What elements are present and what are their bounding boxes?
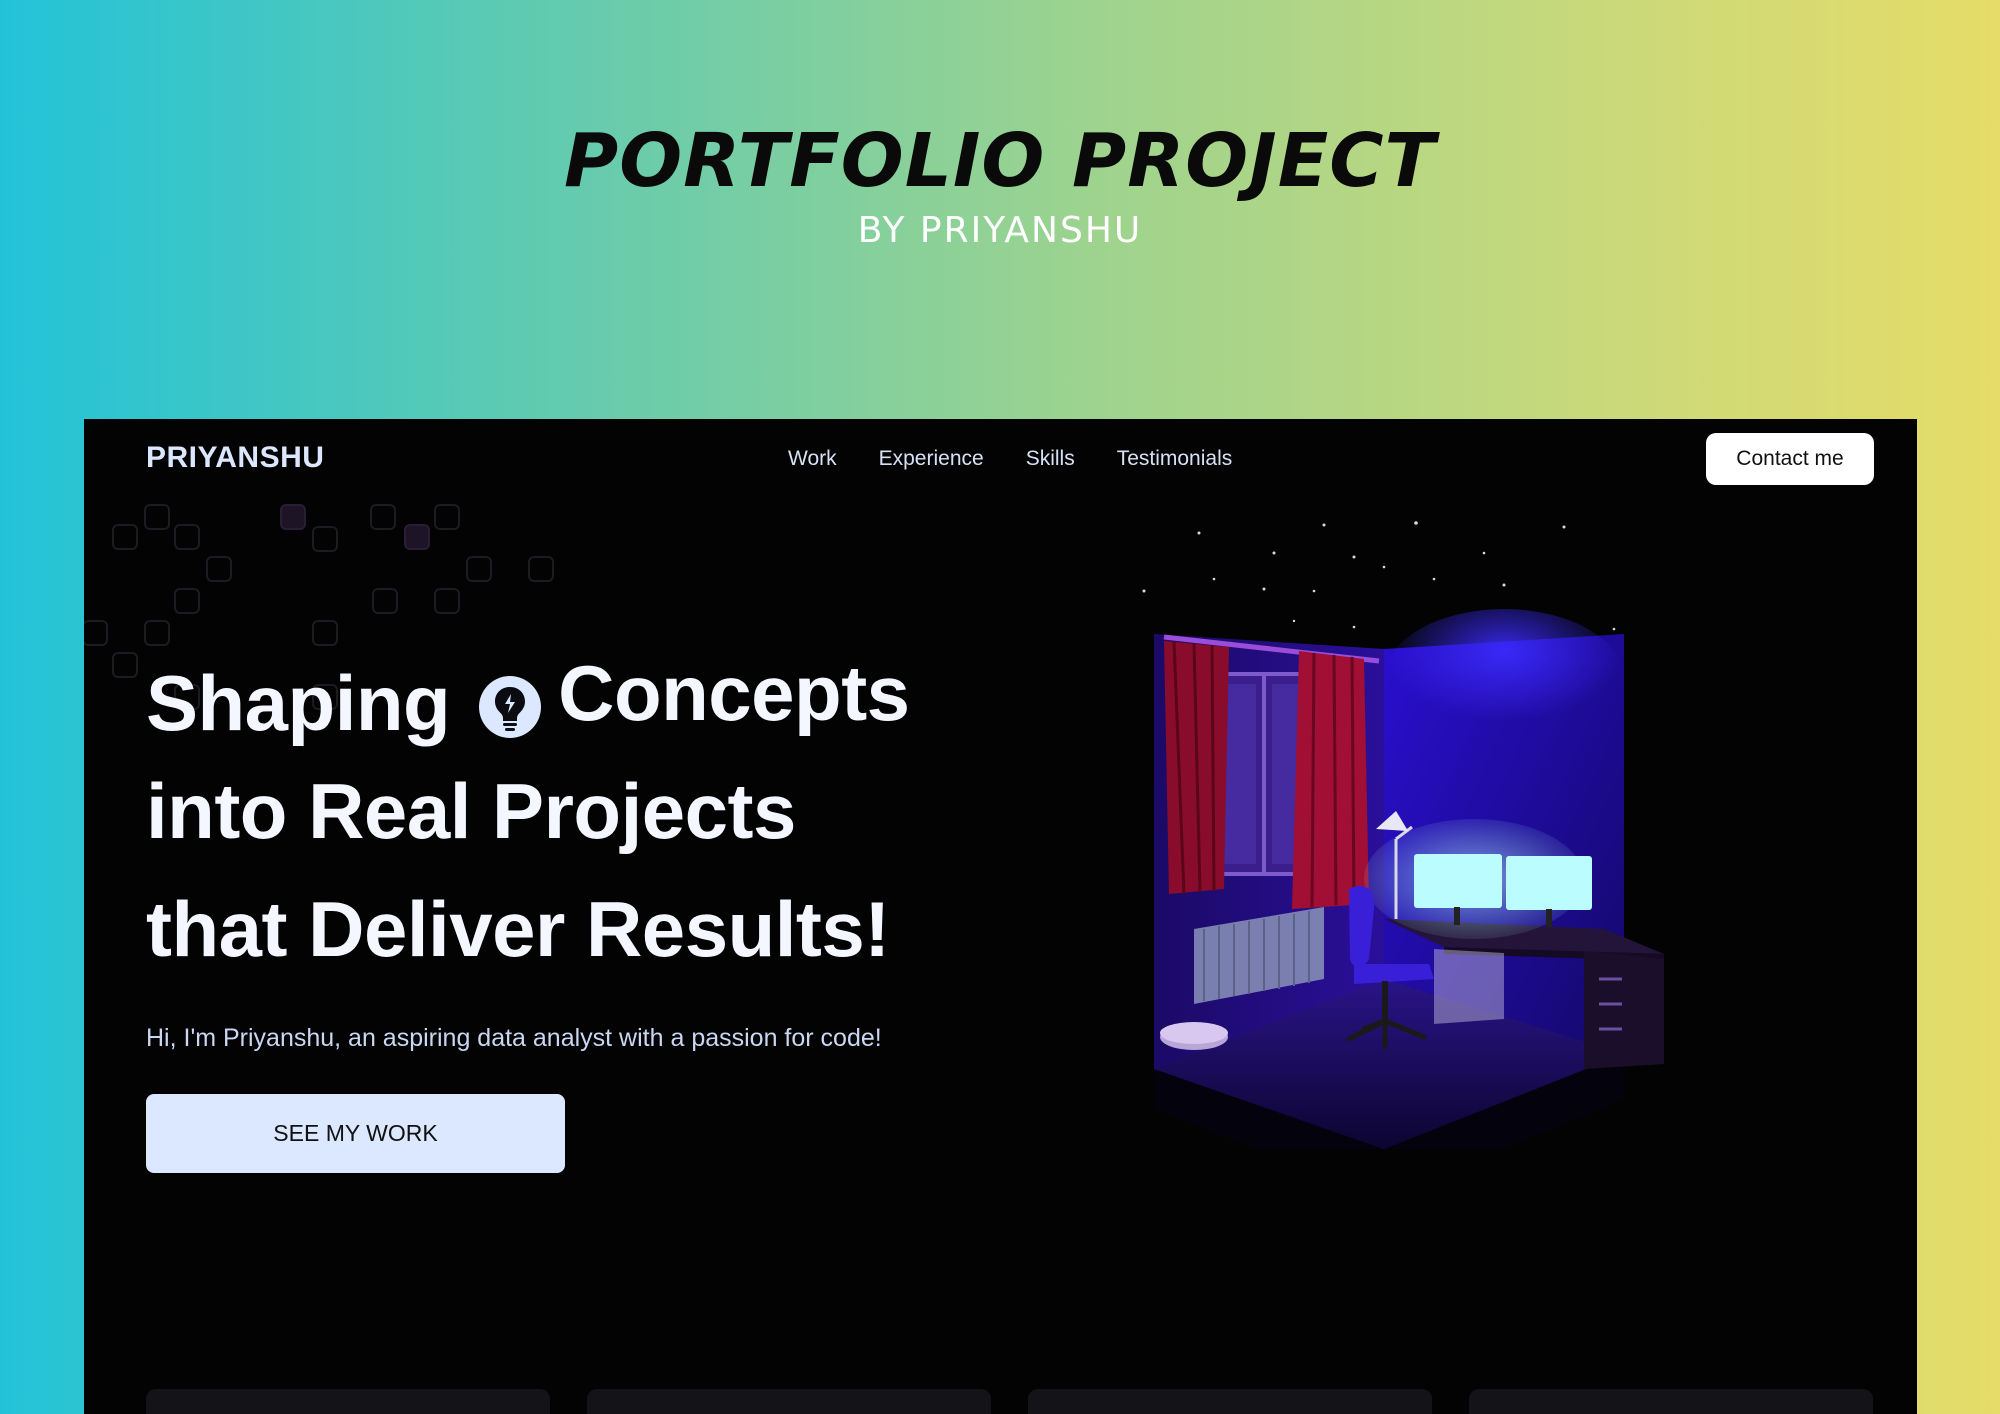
feature-card bbox=[1028, 1389, 1432, 1414]
lightbulb-icon bbox=[478, 653, 542, 738]
nav-link-work[interactable]: Work bbox=[788, 447, 837, 471]
hero-line-2: into Real Projects bbox=[146, 767, 796, 855]
site-logo[interactable]: PRIYANSHU bbox=[146, 441, 324, 475]
see-my-work-button[interactable]: SEE MY WORK bbox=[146, 1094, 565, 1173]
hero-heading: Shaping Concepts into Real Projects that… bbox=[146, 634, 910, 988]
hero-line-1: Shaping Concepts bbox=[146, 634, 910, 752]
hero-word-concepts: Concepts bbox=[558, 649, 910, 737]
intro-text: Hi, I'm Priyanshu, an aspiring data anal… bbox=[146, 1024, 882, 1052]
nav-link-testimonials[interactable]: Testimonials bbox=[1117, 447, 1233, 471]
feature-card bbox=[146, 1389, 550, 1414]
main-nav: Work Experience Skills Testimonials bbox=[788, 447, 1232, 471]
banner-title: PORTFOLIO PROJECT bbox=[563, 118, 1437, 204]
contact-button[interactable]: Contact me bbox=[1706, 433, 1874, 485]
banner-subtitle: BY PRIYANSHU bbox=[857, 210, 1143, 251]
hero-word-shaping: Shaping bbox=[146, 659, 451, 747]
hero-line-3: that Deliver Results! bbox=[146, 885, 890, 973]
feature-card bbox=[587, 1389, 991, 1414]
feature-card bbox=[1469, 1389, 1873, 1414]
room-3d-illustration bbox=[1024, 509, 1784, 1199]
nav-link-experience[interactable]: Experience bbox=[879, 447, 984, 471]
nav-link-skills[interactable]: Skills bbox=[1026, 447, 1075, 471]
website-frame: PRIYANSHU Work Experience Skills Testimo… bbox=[84, 419, 1917, 1414]
